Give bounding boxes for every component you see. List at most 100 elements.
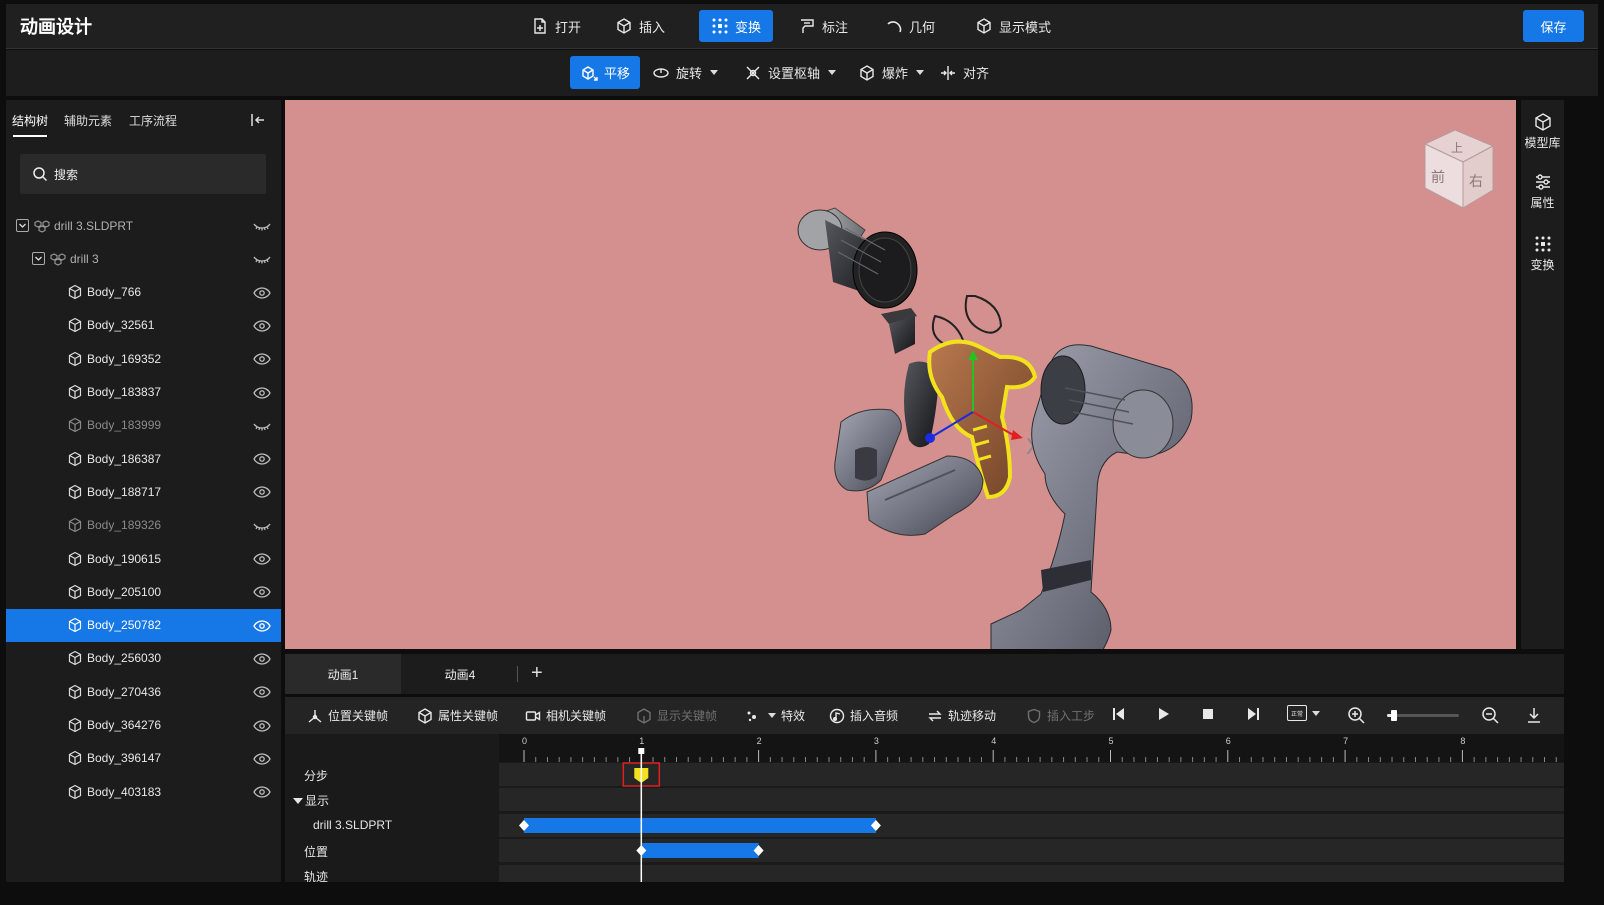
position-keyframe-button[interactable]: 位置关键帧: [307, 697, 388, 734]
transform-dots-icon: [712, 18, 728, 34]
view-cube[interactable]: 上 前 右: [1423, 129, 1495, 209]
drill-chuck-part[interactable]: [797, 207, 918, 309]
eye-icon[interactable]: [253, 685, 271, 699]
model-library-button[interactable]: 模型库: [1521, 112, 1564, 162]
tree-row[interactable]: Body_188717: [6, 475, 281, 508]
display-keyframe-button[interactable]: 显示关键帧: [636, 697, 717, 734]
tree-row[interactable]: Body_403183: [6, 775, 281, 808]
insert-step-button[interactable]: 插入工步: [1026, 697, 1095, 734]
timeline-track-row[interactable]: [499, 788, 1564, 811]
open-button[interactable]: 打开: [519, 10, 593, 42]
eye-icon[interactable]: [253, 352, 271, 366]
eye-icon[interactable]: [253, 719, 271, 733]
eye-closed-icon[interactable]: [253, 252, 271, 266]
eye-closed-icon[interactable]: [253, 519, 271, 533]
playhead-handle[interactable]: [638, 748, 645, 754]
track-display-group[interactable]: 显示: [293, 792, 329, 809]
stop-icon[interactable]: [1200, 706, 1216, 722]
tree-row[interactable]: Body_250782: [6, 608, 281, 642]
eye-icon[interactable]: [253, 619, 271, 633]
effects-button[interactable]: 特效: [745, 697, 805, 734]
annotate-button[interactable]: 标注: [786, 10, 860, 42]
tree-row[interactable]: Body_183837: [6, 376, 281, 409]
geometry-label: 几何: [909, 19, 936, 35]
explode-button[interactable]: 爆炸: [848, 56, 934, 89]
open-label: 打开: [555, 19, 582, 35]
set-pivot-button[interactable]: 设置枢轴: [734, 56, 846, 89]
step-forward-icon[interactable]: [1245, 706, 1261, 722]
tab-animation-4[interactable]: 动画4: [402, 654, 518, 694]
eye-icon[interactable]: [253, 386, 271, 400]
search-input[interactable]: 搜索: [20, 154, 266, 194]
eye-icon[interactable]: [253, 585, 271, 599]
insert-audio-button[interactable]: 插入音频: [829, 697, 898, 734]
translate-button[interactable]: 平移: [570, 56, 641, 89]
eye-icon[interactable]: [253, 752, 271, 766]
timeline-tracks[interactable]: 0 1 2 3 4 5 6 7 8: [499, 734, 1564, 882]
eye-closed-icon[interactable]: [253, 219, 271, 233]
zoom-out-icon[interactable]: [1481, 706, 1499, 724]
tree-row[interactable]: Body_205100: [6, 575, 281, 608]
eye-icon[interactable]: [253, 452, 271, 466]
expand-toggle-icon[interactable]: [16, 219, 29, 232]
eye-icon[interactable]: [253, 652, 271, 666]
track-move-button[interactable]: 轨迹移动: [927, 697, 996, 734]
geometry-button[interactable]: 几何: [873, 10, 947, 42]
step-back-icon[interactable]: [1111, 706, 1127, 722]
save-button[interactable]: 保存: [1523, 10, 1584, 42]
download-icon[interactable]: [1526, 706, 1542, 724]
tree-row[interactable]: Body_32561: [6, 309, 281, 342]
display-mode-button[interactable]: 显示模式: [963, 10, 1063, 42]
properties-button[interactable]: 属性: [1521, 172, 1564, 222]
track-step-label: 分步: [304, 769, 329, 783]
transform-button[interactable]: 变换: [699, 10, 774, 42]
animation-timeline[interactable]: 0 1 2 3 4 5 6 7 8 分步 显示 drill 3.SLDPRT 位置 轨迹: [285, 734, 1564, 882]
eye-icon[interactable]: [253, 785, 271, 799]
add-animation-button[interactable]: +: [531, 662, 543, 685]
collapse-panel-icon[interactable]: [250, 112, 266, 128]
playback-speed-select[interactable]: 正常: [1287, 705, 1320, 721]
zoom-slider-thumb[interactable]: [1391, 710, 1398, 721]
keyframe-bar[interactable]: [524, 818, 876, 833]
eye-icon[interactable]: [253, 552, 271, 566]
align-button[interactable]: 对齐: [929, 56, 999, 89]
tree-row[interactable]: Body_396147: [6, 742, 281, 775]
battery-housing-part[interactable]: [834, 408, 902, 492]
tree-row[interactable]: Body_190615: [6, 542, 281, 575]
property-keyframe-button[interactable]: 属性关键帧: [417, 697, 498, 734]
tree-row[interactable]: Body_169352: [6, 342, 281, 375]
zoom-in-icon[interactable]: [1347, 706, 1365, 724]
tree-row[interactable]: Body_183999: [6, 409, 281, 442]
play-icon[interactable]: [1155, 706, 1171, 722]
drill-body-part[interactable]: [990, 344, 1193, 649]
tree-row[interactable]: Body_189326: [6, 509, 281, 542]
clip-part[interactable]: [881, 308, 917, 354]
tree-row[interactable]: Body_186387: [6, 442, 281, 475]
tree-row[interactable]: drill 3: [6, 242, 281, 275]
timeline-track-row[interactable]: [499, 865, 1564, 882]
tab-auxiliary-elements[interactable]: 辅助元素: [64, 112, 112, 129]
zoom-slider-track[interactable]: [1387, 710, 1459, 721]
tree-row[interactable]: Body_270436: [6, 675, 281, 708]
transform-panel-button[interactable]: 变换: [1521, 234, 1564, 284]
expand-toggle-icon[interactable]: [32, 252, 45, 266]
tab-animation-1[interactable]: 动画1: [285, 654, 401, 694]
gasket-outline-1[interactable]: [964, 295, 1003, 334]
insert-button[interactable]: 插入: [603, 10, 677, 42]
rotate-button[interactable]: 旋转: [642, 56, 728, 89]
file-open-icon: [534, 18, 546, 34]
camera-keyframe-button[interactable]: 相机关键帧: [525, 697, 606, 734]
tree-row[interactable]: Body_364276: [6, 709, 281, 742]
tree-row[interactable]: Body_256030: [6, 642, 281, 675]
keyframe-bar[interactable]: [641, 843, 759, 858]
eye-closed-icon[interactable]: [253, 419, 271, 433]
3d-viewport[interactable]: X 上 前 右: [285, 100, 1516, 649]
eye-icon[interactable]: [253, 286, 271, 300]
tree-row[interactable]: drill 3.SLDPRT: [6, 209, 281, 242]
ruler-tick-label: 3: [874, 736, 879, 746]
eye-icon[interactable]: [253, 485, 271, 499]
tree-row[interactable]: Body_766: [6, 276, 281, 309]
tab-process-flow[interactable]: 工序流程: [129, 112, 177, 129]
eye-icon[interactable]: [253, 319, 271, 333]
tab-structure-tree[interactable]: 结构树: [12, 112, 48, 129]
